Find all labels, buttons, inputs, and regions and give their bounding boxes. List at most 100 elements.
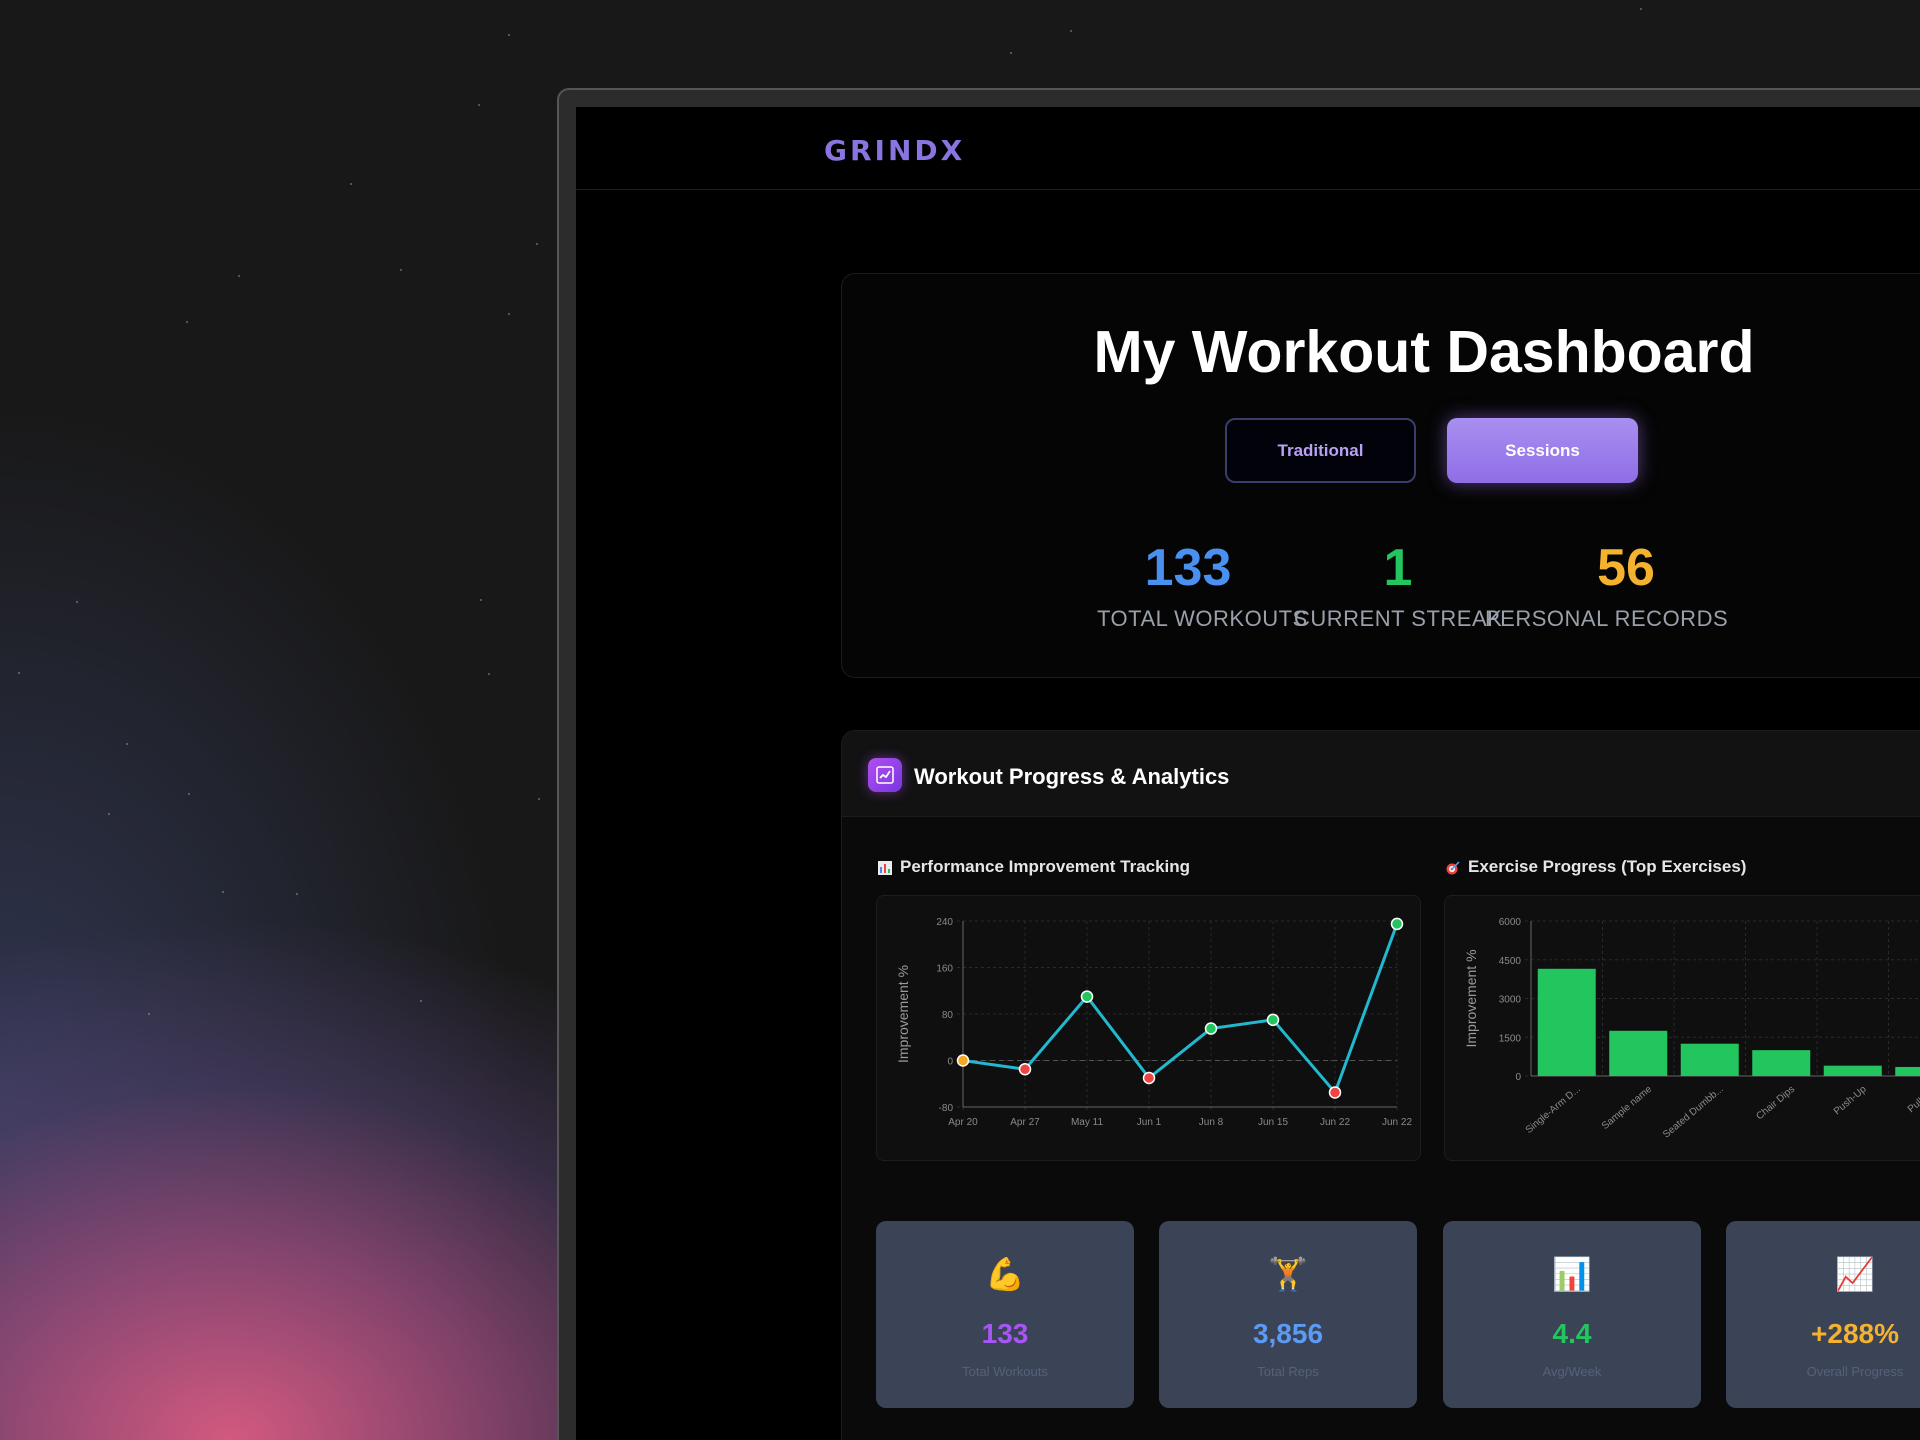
improvement-line-chart-svg: 240 160 80 0 -80 Apr 20 Apr 27 May 11 Jun 1 Jun 8…: [895, 917, 1412, 1128]
analytics-title: Workout Progress & Analytics: [914, 764, 1230, 789]
y-tick-label: 0: [947, 1057, 953, 1068]
star: [108, 813, 110, 815]
x-tick-label: Single-Arm D...: [1524, 1084, 1583, 1136]
bar: [1895, 1066, 1920, 1076]
star: [18, 672, 20, 674]
data-point: [956, 1054, 970, 1067]
traditional-toggle-button[interactable]: Traditional: [1225, 418, 1416, 483]
star: [76, 601, 78, 603]
star: [400, 269, 402, 271]
metric-label: Avg/Week: [1542, 1364, 1602, 1379]
personal-records-label: PERSONAL RECORDS: [1485, 606, 1729, 631]
metric-label: Total Workouts: [962, 1364, 1048, 1379]
y-tick-label: 1500: [1499, 1033, 1522, 1044]
bar: [1680, 1043, 1739, 1076]
x-tick-label: Push-Up: [1832, 1084, 1869, 1118]
device-frame: GRINDX My Workout Dashboard Traditional …: [557, 88, 1920, 1440]
x-tick-label: Jun 22: [1382, 1117, 1412, 1128]
x-tick-label: Jun 22: [1320, 1117, 1350, 1128]
star: [222, 891, 224, 893]
bar-chart-icon: 📊: [1552, 1256, 1592, 1292]
x-tick-label: May 11: [1071, 1117, 1103, 1128]
metric-card-total-reps: 🏋 3,856 Total Reps: [1159, 1221, 1417, 1408]
y-tick-label: 0: [1515, 1072, 1521, 1083]
star: [480, 599, 482, 601]
improvement-chart[interactable]: 240 160 80 0 -80 Apr 20 Apr 27 May 11 Jun 1 Jun 8…: [876, 895, 1421, 1161]
metric-value: 4.4: [1552, 1318, 1592, 1349]
star: [478, 104, 480, 106]
star: [538, 798, 540, 800]
y-tick-label: 4500: [1499, 956, 1522, 967]
exercise-chart-title: Exercise Progress (Top Exercises): [1446, 857, 1746, 877]
star: [148, 1013, 150, 1015]
top-navbar: GRINDX: [576, 107, 1920, 190]
sessions-toggle-button[interactable]: Sessions: [1447, 418, 1638, 483]
metric-label: Total Reps: [1257, 1364, 1319, 1379]
data-point: [1080, 990, 1094, 1003]
exercise-chart[interactable]: 6000 4500 3000 1500 0 Improvement % Single-Arm…: [1444, 895, 1920, 1161]
star: [188, 793, 190, 795]
star: [126, 743, 128, 745]
data-point: [1266, 1013, 1280, 1027]
star: [1070, 30, 1072, 32]
metric-label: Overall Progress: [1806, 1364, 1904, 1379]
y-tick-label: 6000: [1499, 917, 1522, 928]
total-workouts-value: 133: [1144, 539, 1232, 597]
bar: [1537, 968, 1596, 1076]
star: [238, 275, 240, 277]
metric-value: 133: [981, 1318, 1029, 1349]
x-tick-label: Sample name: [1600, 1084, 1655, 1132]
personal-records-value: 56: [1597, 539, 1655, 597]
y-tick-label: 160: [936, 964, 953, 975]
app-screen: GRINDX My Workout Dashboard Traditional …: [576, 107, 1920, 1440]
weightlifter-icon: 🏋: [1268, 1256, 1308, 1292]
star: [1010, 52, 1012, 54]
star: [508, 34, 510, 36]
exercise-chart-title-text: Exercise Progress (Top Exercises): [1468, 857, 1747, 876]
chart-trend-icon: [868, 758, 902, 792]
x-tick-label: Apr 20: [948, 1117, 978, 1128]
bar: [1823, 1065, 1882, 1076]
data-point: [1328, 1086, 1342, 1099]
star: [350, 183, 352, 185]
x-tick-label: Seated Dumbb...: [1661, 1084, 1726, 1141]
chart-increasing-icon: 📈: [1835, 1256, 1875, 1292]
page-title: My Workout Dashboard: [1093, 319, 1755, 385]
y-tick-label: 80: [942, 1010, 954, 1021]
total-workouts-label: TOTAL WORKOUTS: [1097, 606, 1308, 631]
star: [536, 243, 538, 245]
star: [488, 673, 490, 675]
x-tick-label: Jun 1: [1137, 1117, 1162, 1128]
star: [508, 313, 510, 315]
x-tick-label: Chair Dips: [1754, 1084, 1797, 1122]
metric-card-avg-week: 📊 4.4 Avg/Week: [1443, 1221, 1701, 1408]
data-point: [1204, 1022, 1218, 1035]
metric-value: +288%: [1811, 1318, 1899, 1349]
x-tick-label: Jun 8: [1199, 1117, 1224, 1128]
metric-card-overall-progress: 📈 +288% Overall Progress: [1726, 1221, 1920, 1408]
data-point: [1390, 917, 1404, 931]
app-logo[interactable]: GRINDX: [824, 134, 965, 167]
y-tick-label: -80: [939, 1103, 954, 1114]
current-streak-label: CURRENT STREAK: [1294, 606, 1503, 631]
bar: [1752, 1050, 1811, 1076]
y-tick-label: 240: [936, 917, 953, 928]
exercise-bar-chart-svg: 6000 4500 3000 1500 0 Improvement % Single-Arm…: [1463, 917, 1920, 1141]
bar: [1609, 1030, 1668, 1076]
y-tick-label: 3000: [1499, 995, 1522, 1006]
x-tick-label: Jun 15: [1258, 1117, 1288, 1128]
star: [186, 321, 188, 323]
data-point: [1142, 1071, 1156, 1085]
analytics-header: Workout Progress & Analytics: [842, 731, 1920, 817]
metric-card-total-workouts: 💪 133 Total Workouts: [876, 1221, 1134, 1408]
current-streak-value: 1: [1383, 539, 1413, 597]
star: [1640, 8, 1642, 10]
improvement-chart-title: Performance Improvement Tracking: [878, 857, 1190, 877]
star: [296, 893, 298, 895]
metric-value: 3,856: [1252, 1318, 1324, 1349]
target-icon: [1446, 860, 1460, 875]
x-tick-label: Pull-U...: [1906, 1084, 1920, 1115]
flexed-biceps-icon: 💪: [985, 1256, 1025, 1292]
bar-chart-icon: [878, 860, 892, 875]
y-axis-label: Improvement %: [895, 965, 911, 1063]
